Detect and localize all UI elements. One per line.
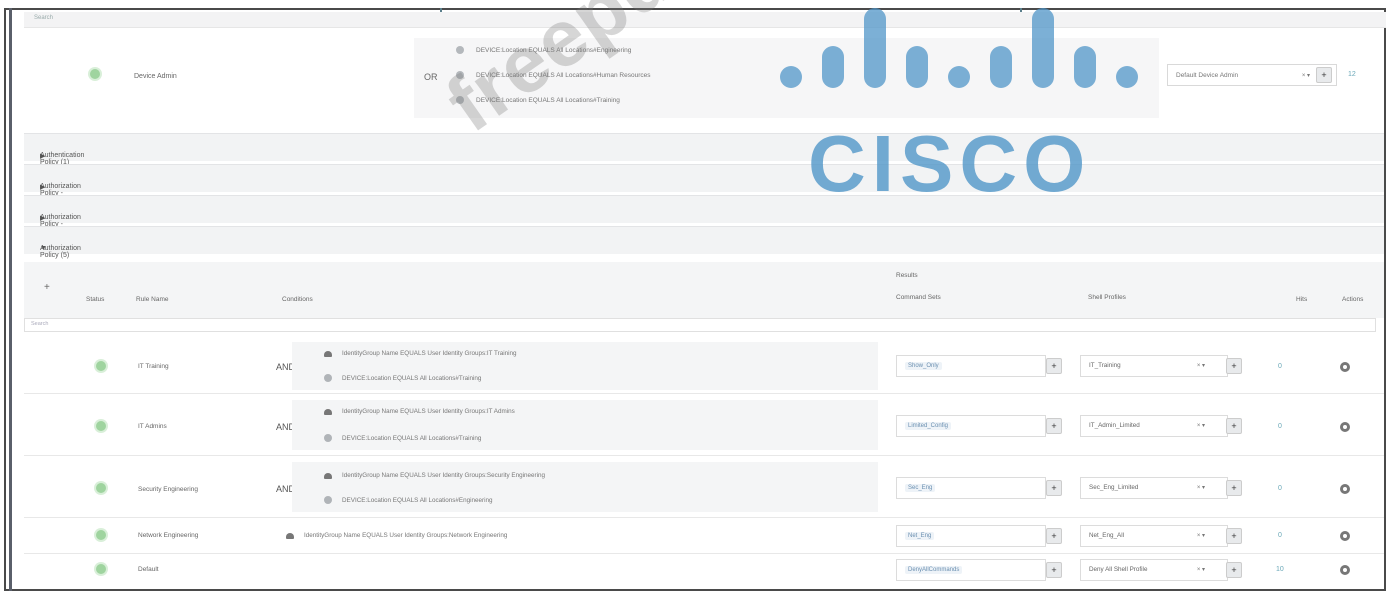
clear-icon[interactable]: × ▾ [1197,566,1205,573]
add-button[interactable]: + [1046,562,1062,578]
command-set-select[interactable]: Net_Eng [896,525,1046,547]
add-button[interactable]: + [1316,67,1332,83]
condition-item[interactable]: DEVICE:Location EQUALS All Locations#Tra… [324,374,481,382]
user-group-icon [324,472,332,479]
header-conditions: Conditions [282,296,313,303]
header-shell-profiles: Shell Profiles [1088,294,1126,301]
command-set-select[interactable]: Show_Only [896,355,1046,377]
section-authorization-policy[interactable]: ▼ Authorization Policy (5) [24,226,1384,259]
clear-icon[interactable]: × ▾ [1197,422,1205,429]
header-hits: Hits [1296,296,1308,303]
gear-icon[interactable] [1340,565,1350,575]
left-border [9,8,12,591]
shell-profile-select[interactable]: Sec_Eng_Limited × ▾ [1080,477,1228,499]
status-enabled-icon[interactable] [90,69,100,79]
hits-count[interactable]: 0 [1278,485,1282,492]
command-set-select[interactable]: DenyAllCommands [896,559,1046,581]
gear-icon[interactable] [1340,422,1350,432]
condition-item[interactable]: IdentityGroup Name EQUALS User Identity … [324,472,545,479]
cisco-logo-bars [780,8,1150,98]
add-button[interactable]: + [1226,480,1242,496]
device-icon [324,496,332,504]
add-rule-button[interactable]: + [44,282,50,293]
gear-icon[interactable] [1340,531,1350,541]
rule-name: IT Admins [138,423,167,430]
shell-profile-select[interactable]: Net_Eng_All × ▾ [1080,525,1228,547]
table-row: IT Training AND IdentityGroup Name EQUAL… [24,338,1384,394]
shell-profile-select[interactable]: Default Device Admin × ▾ + [1167,64,1337,86]
rule-name: Network Engineering [138,532,199,539]
command-set-select[interactable]: Limited_Config [896,415,1046,437]
hits-count[interactable]: 0 [1278,532,1282,539]
status-enabled-icon[interactable] [96,530,106,540]
header-command-sets: Command Sets [896,294,941,301]
user-group-icon [324,350,332,357]
add-button[interactable]: + [1046,480,1062,496]
rule-name: Device Admin [134,73,177,80]
add-button[interactable]: + [1046,528,1062,544]
add-button[interactable]: + [1046,358,1062,374]
cisco-logo: CISCO [808,119,1092,208]
table-row: Default DenyAllCommands + Deny All Shell… [24,556,1384,586]
hits-count[interactable]: 10 [1276,566,1284,573]
device-icon [324,374,332,382]
status-enabled-icon[interactable] [96,421,106,431]
user-group-icon [286,532,294,539]
section-local-exceptions[interactable]: ▶ Authorization Policy - Local Exception… [24,164,1384,211]
header-results: Results [896,272,918,279]
clear-icon[interactable]: × ▾ [1197,484,1205,491]
device-icon [324,434,332,442]
clear-icon[interactable]: × ▾ [1197,532,1205,539]
rule-name: Security Engineering [138,486,198,493]
hits-count[interactable]: 12 [1348,71,1356,78]
command-set-select[interactable]: Sec_Eng [896,477,1046,499]
hits-count[interactable]: 0 [1278,423,1282,430]
condition-block[interactable] [292,462,878,512]
table-row: Security Engineering AND IdentityGroup N… [24,458,1384,518]
status-enabled-icon[interactable] [96,564,106,574]
header-actions: Actions [1342,296,1364,303]
header-rule-name: Rule Name [136,296,169,303]
condition-item[interactable]: IdentityGroup Name EQUALS User Identity … [324,408,515,415]
section-authentication-policy[interactable]: ▶ Authentication Policy (1) [24,133,1384,166]
shell-profile-select[interactable]: IT_Admin_Limited × ▾ [1080,415,1228,437]
gear-icon[interactable] [1340,484,1350,494]
top-search-row[interactable]: Search [24,12,1386,28]
status-enabled-icon[interactable] [96,483,106,493]
clear-icon[interactable]: × ▾ [1197,362,1205,369]
add-button[interactable]: + [1226,528,1242,544]
user-group-icon [324,408,332,415]
top-search-placeholder: Search [34,15,54,21]
add-button[interactable]: + [1226,418,1242,434]
condition-item[interactable]: DEVICE:Location EQUALS All Locations#Tra… [324,434,481,442]
gear-icon[interactable] [1340,362,1350,372]
status-enabled-icon[interactable] [96,361,106,371]
section-global-exceptions[interactable]: ▶ Authorization Policy - Global Exceptio… [24,195,1384,242]
rule-name: Default [138,566,159,573]
clear-icon[interactable]: × ▾ [1302,72,1310,79]
header-status: Status [86,296,105,303]
condition-item[interactable]: IdentityGroup Name EQUALS User Identity … [286,532,507,539]
hits-count[interactable]: 0 [1278,363,1282,370]
device-admin-rule-row: Device Admin OR DEVICE:Location EQUALS A… [24,36,1384,120]
add-button[interactable]: + [1046,418,1062,434]
table-row: Network Engineering IdentityGroup Name E… [24,520,1384,554]
condition-item[interactable]: DEVICE:Location EQUALS All Locations#Eng… [324,496,493,504]
table-header: + Status Rule Name Conditions Results Co… [24,262,1384,318]
shell-profile-select[interactable]: Deny All Shell Profile × ▾ [1080,559,1228,581]
shell-profile-select[interactable]: IT_Training × ▾ [1080,355,1228,377]
table-search-input[interactable]: Search [24,318,1376,332]
add-button[interactable]: + [1226,562,1242,578]
condition-item[interactable]: IdentityGroup Name EQUALS User Identity … [324,350,517,357]
table-row: IT Admins AND IdentityGroup Name EQUALS … [24,396,1384,456]
rule-name: IT Training [138,363,169,370]
add-button[interactable]: + [1226,358,1242,374]
